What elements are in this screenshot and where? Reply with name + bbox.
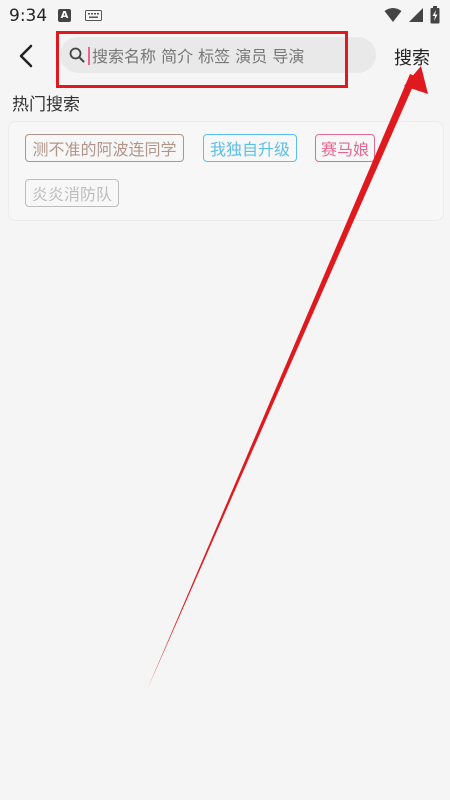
- notification-badge: A: [58, 9, 71, 22]
- search-input[interactable]: [90, 41, 364, 71]
- back-button[interactable]: [10, 40, 42, 72]
- annotation-arrow: [147, 66, 428, 690]
- search-box[interactable]: [60, 37, 376, 73]
- battery-charging-icon: [430, 6, 440, 24]
- keyboard-icon: [85, 10, 102, 21]
- search-button[interactable]: 搜索: [394, 44, 430, 70]
- hot-search-tag[interactable]: 赛马娘: [315, 134, 375, 162]
- hot-search-tags: 测不准的阿波连同学 我独自升级 赛马娘 炎炎消防队: [8, 121, 444, 221]
- signal-icon: [409, 8, 423, 22]
- search-icon: [69, 47, 85, 63]
- hot-search-tag[interactable]: 我独自升级: [203, 134, 297, 162]
- hot-search-tag[interactable]: 测不准的阿波连同学: [25, 134, 184, 162]
- wifi-icon: [384, 8, 402, 22]
- status-bar: 9:34 A: [0, 0, 450, 32]
- hot-search-tag[interactable]: 炎炎消防队: [25, 179, 119, 207]
- chevron-left-icon: [19, 44, 33, 68]
- status-time: 9:34: [9, 6, 48, 26]
- hot-search-title: 热门搜索: [12, 95, 80, 115]
